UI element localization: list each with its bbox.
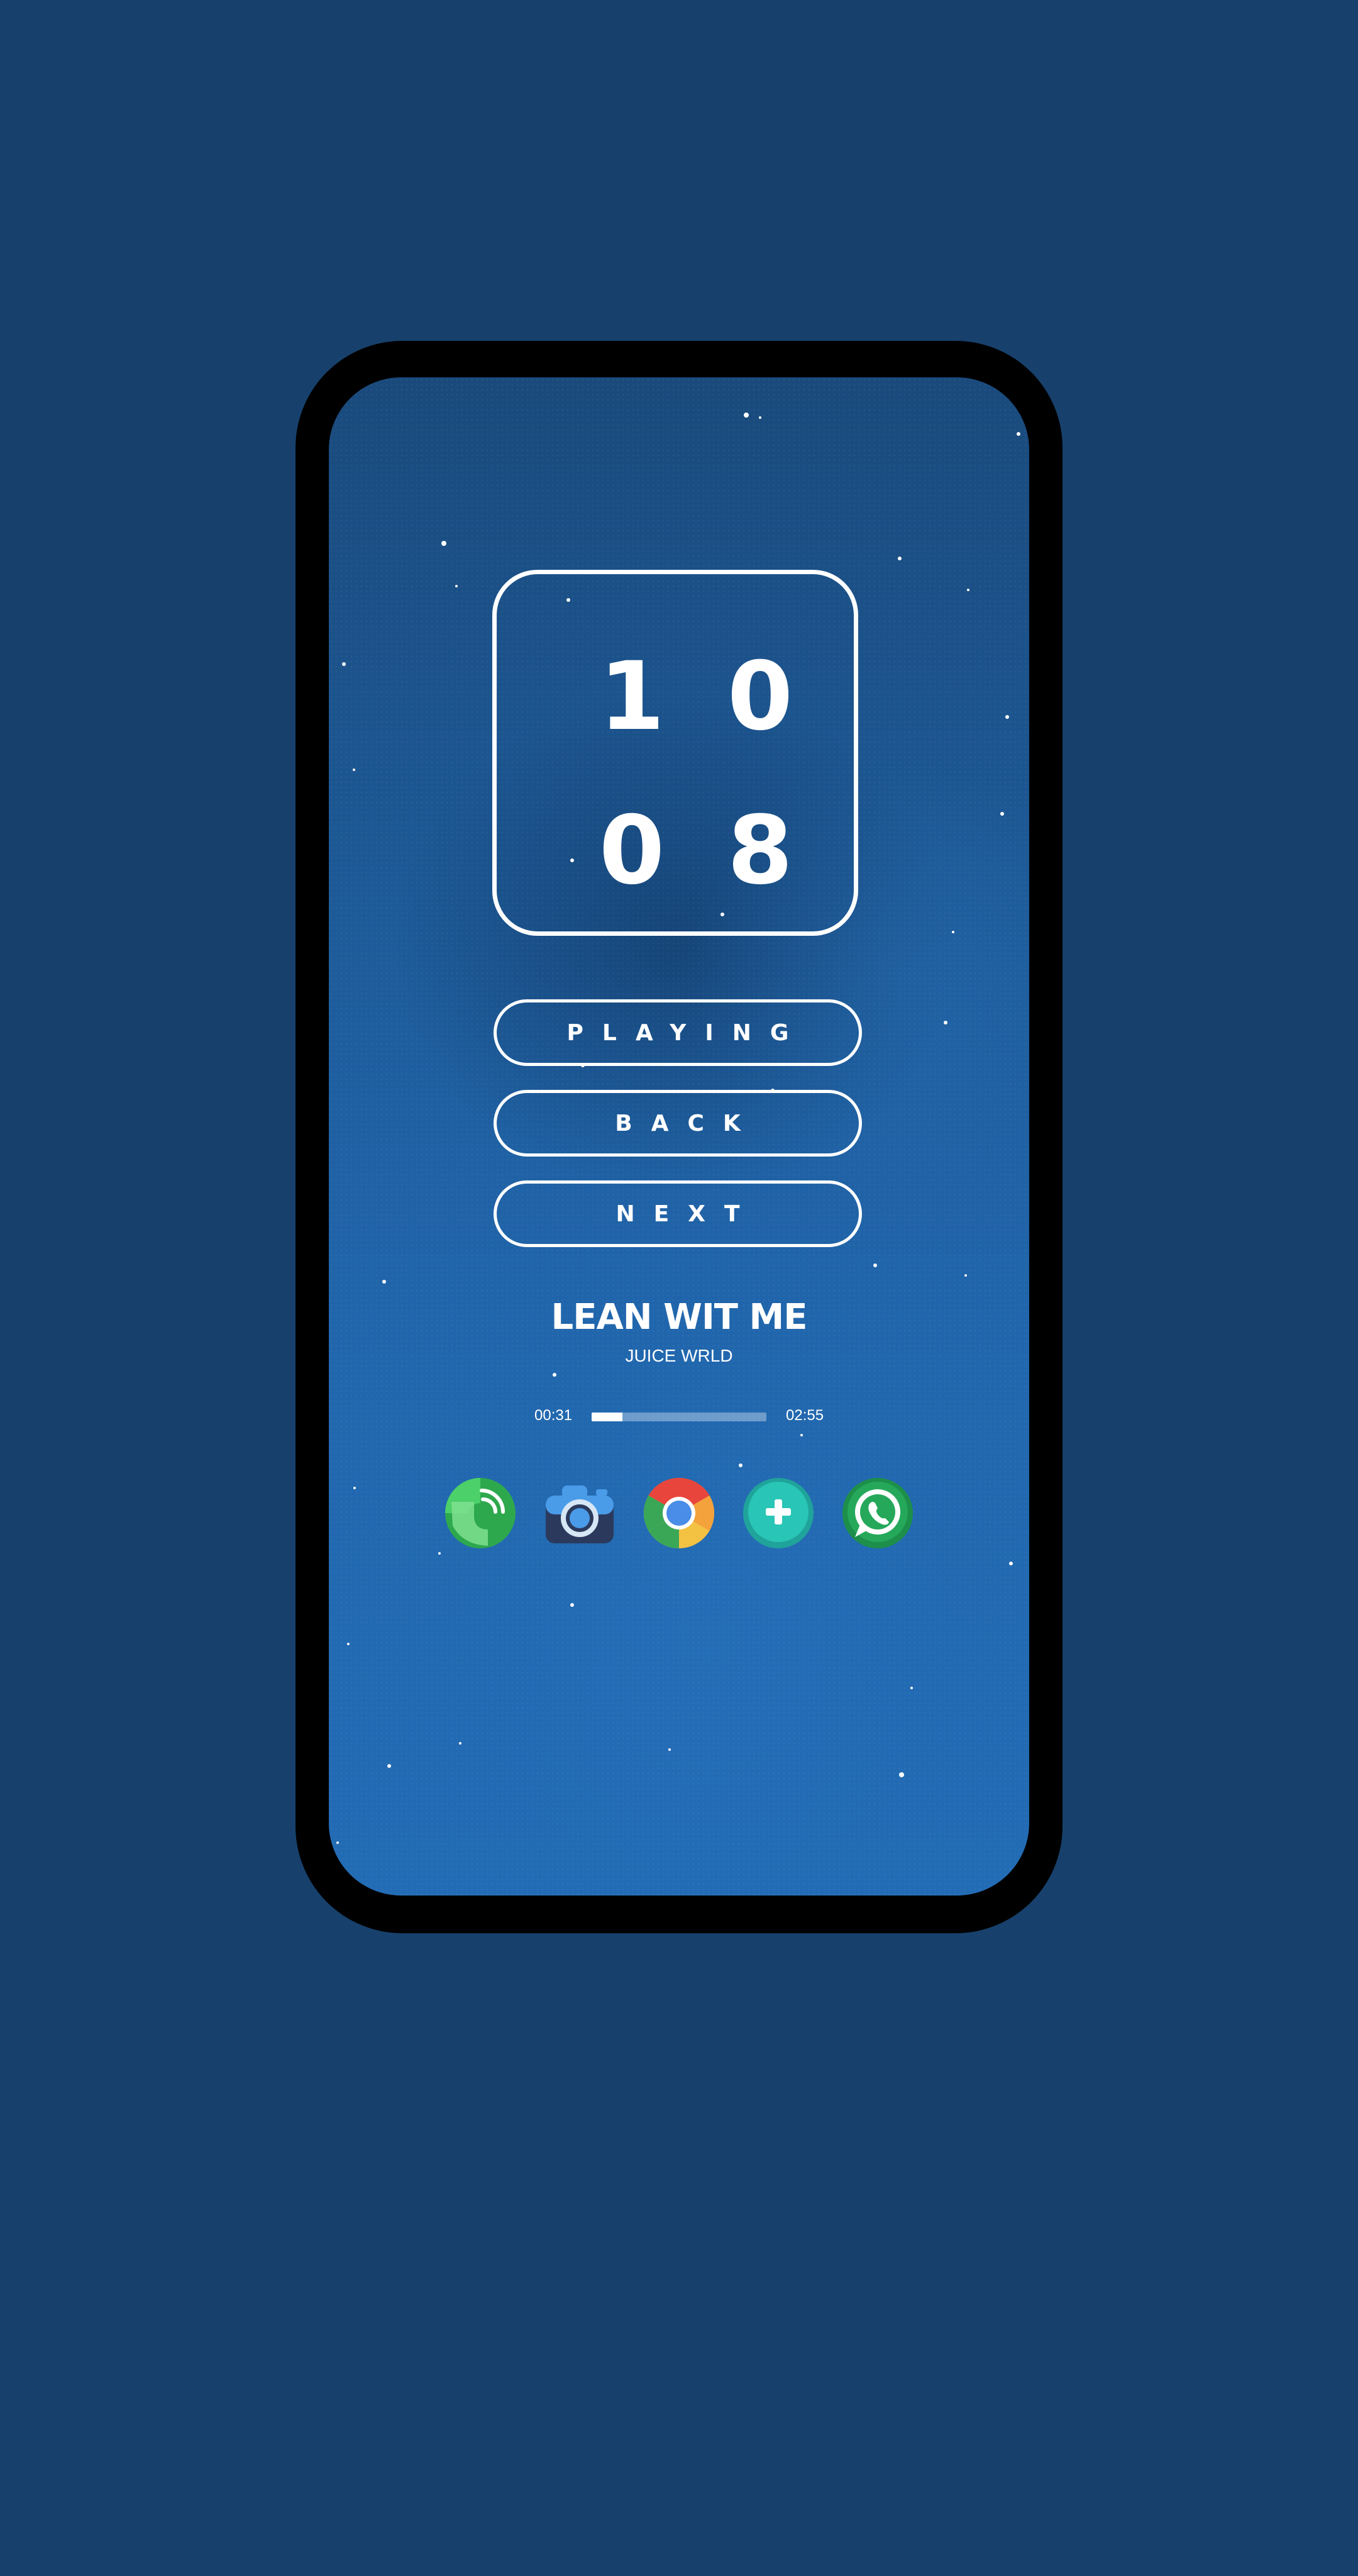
progress-bar[interactable] <box>592 1413 766 1421</box>
dock-app-messenger[interactable] <box>742 1477 815 1550</box>
clock-widget[interactable]: 1 0 0 8 <box>492 570 858 936</box>
page-background: 1 0 0 8 PLAYING BACK NEXT LEAN WIT ME JU… <box>0 0 1358 2576</box>
dock-app-phone[interactable] <box>444 1477 517 1550</box>
song-title: LEAN WIT ME <box>551 1297 808 1338</box>
phone-signal-icon <box>445 1478 516 1548</box>
home-screen: 1 0 0 8 PLAYING BACK NEXT LEAN WIT ME JU… <box>329 377 1029 1896</box>
progress-bar-fill <box>592 1413 623 1421</box>
clock-minute-tens: 0 <box>599 796 665 906</box>
dock-app-camera[interactable] <box>543 1477 616 1550</box>
playing-button[interactable]: PLAYING <box>494 999 862 1066</box>
back-button[interactable]: BACK <box>494 1090 862 1157</box>
clock-minute-ones: 8 <box>727 796 793 906</box>
dock-app-chrome[interactable] <box>643 1477 715 1550</box>
song-artist: JUICE WRLD <box>625 1346 733 1365</box>
chrome-icon <box>643 1478 715 1548</box>
next-button[interactable]: NEXT <box>494 1180 862 1247</box>
whatsapp-icon <box>842 1478 913 1548</box>
elapsed-time: 00:31 <box>534 1407 573 1424</box>
messenger-plus-icon <box>743 1478 814 1548</box>
total-duration: 02:55 <box>786 1407 824 1424</box>
camera-icon <box>546 1485 614 1543</box>
clock-hour-tens: 1 <box>599 642 665 752</box>
dock-app-whatsapp[interactable] <box>841 1477 914 1550</box>
clock-hour-ones: 0 <box>727 642 793 752</box>
